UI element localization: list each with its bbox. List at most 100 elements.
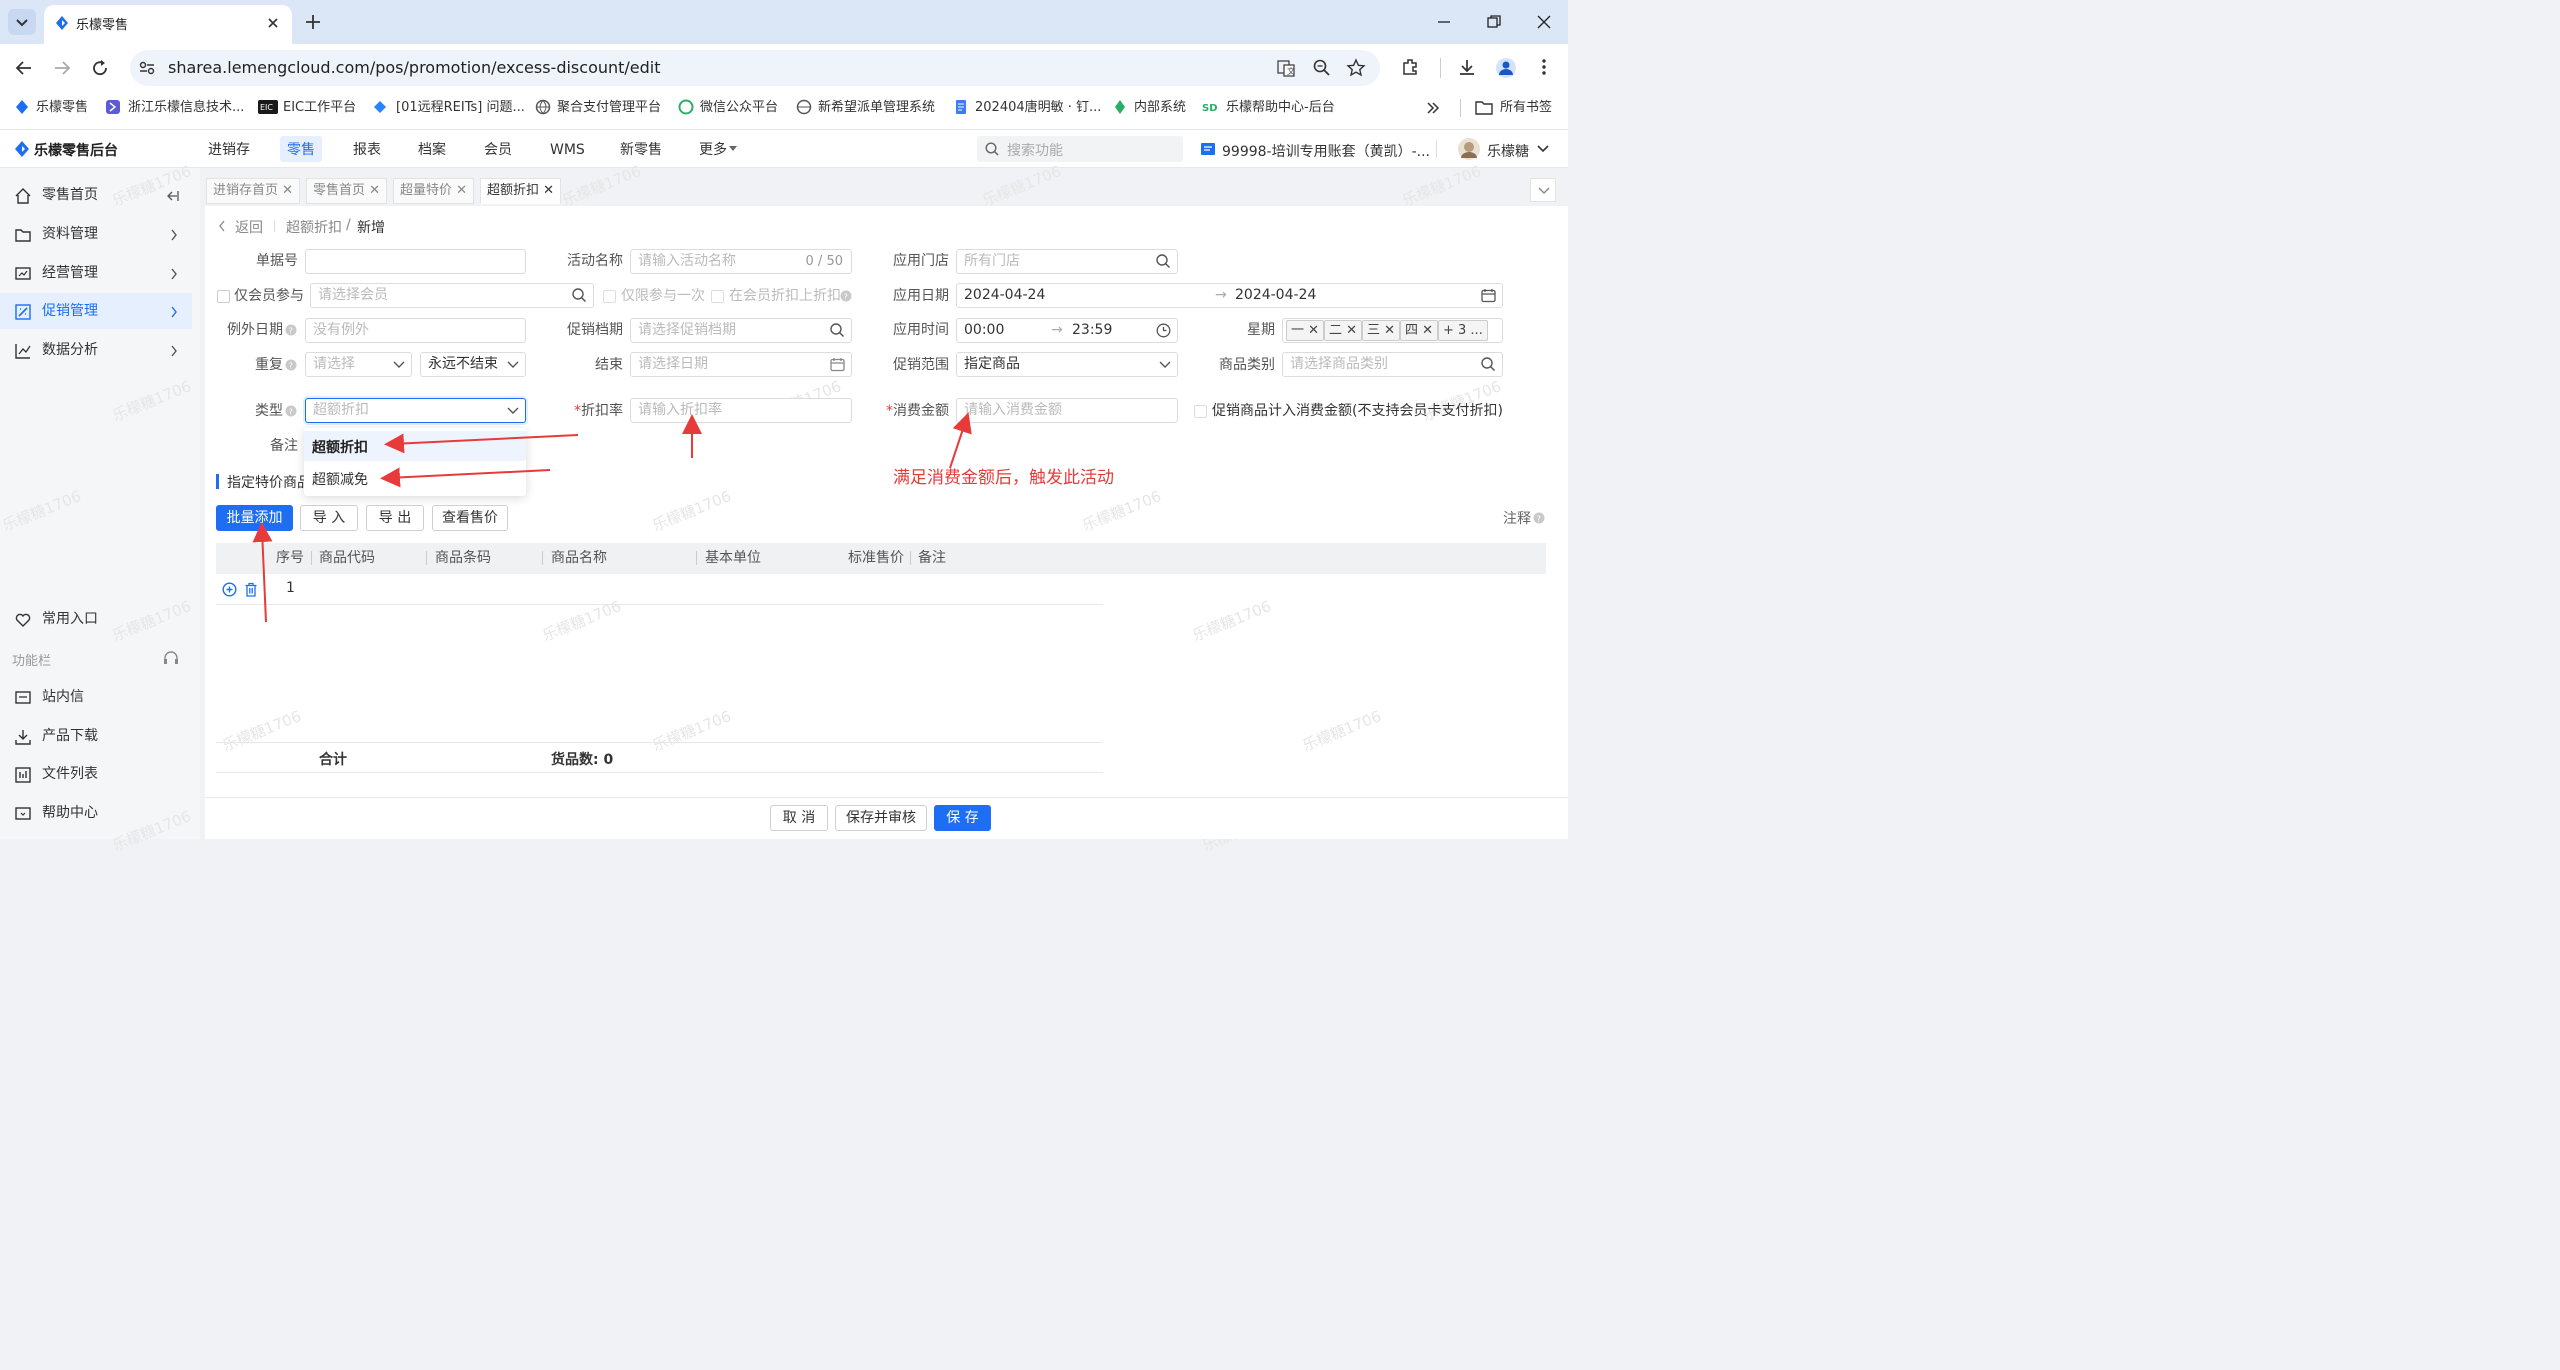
batch-add-button[interactable]: 批量添加 (216, 505, 293, 531)
close-icon[interactable] (266, 16, 280, 30)
collapse-icon[interactable] (166, 189, 180, 203)
all-bookmarks[interactable]: 所有书签 (1500, 99, 1552, 117)
weekday-chip[interactable]: 四 ✕ (1400, 320, 1439, 341)
page-tab-excess-discount[interactable]: 超额折扣 ✕ (480, 178, 562, 204)
page-tab-purchase-home[interactable]: 进销存首页 ✕ (206, 178, 301, 204)
bookmark-3[interactable]: [01远程REITs] 问题... (396, 99, 525, 117)
scope-select[interactable]: 指定商品 (956, 352, 1178, 377)
activity-name-input[interactable]: 请输入活动名称 0 / 50 (630, 249, 852, 274)
sidebar-item-data-analysis[interactable]: 数据分析 (0, 332, 192, 368)
back-arrow-icon[interactable] (14, 58, 34, 78)
window-close-icon[interactable] (1536, 14, 1552, 30)
weekday-chip[interactable]: 二 ✕ (1324, 320, 1363, 341)
search-icon[interactable] (1481, 357, 1496, 372)
extensions-icon[interactable] (1400, 57, 1420, 77)
tabs-dropdown-button[interactable] (1530, 178, 1556, 202)
apply-time-start[interactable]: 00:00 (964, 322, 1004, 338)
user-name[interactable]: 乐檬糖 (1487, 141, 1529, 161)
translate-icon[interactable]: 文 (1276, 58, 1296, 78)
search-icon[interactable] (1156, 254, 1171, 269)
delete-row-icon[interactable] (244, 582, 258, 597)
search-icon[interactable] (572, 288, 587, 303)
tab-search-button[interactable] (8, 9, 36, 35)
bookmark-9[interactable]: 乐檬帮助中心-后台 (1226, 99, 1335, 117)
profile-avatar-icon[interactable] (1495, 57, 1517, 79)
save-and-review-button[interactable]: 保存并审核 (835, 805, 927, 831)
url-text[interactable]: sharea.lemengcloud.com/pos/promotion/exc… (168, 58, 661, 77)
sidebar-common-entry[interactable]: 常用入口 (0, 601, 192, 637)
apply-date-range[interactable]: 2024-04-24 → 2024-04-24 (956, 283, 1503, 308)
nav-retail[interactable]: 零售 (287, 141, 315, 159)
sidebar-item-inbox[interactable]: 站内信 (0, 679, 192, 715)
calendar-icon[interactable] (830, 357, 845, 372)
function-search[interactable]: 搜索功能 (977, 136, 1183, 162)
type-select[interactable]: 超额折扣 (305, 398, 526, 423)
star-icon[interactable] (1346, 58, 1366, 78)
info-icon[interactable]: ? (1533, 512, 1545, 524)
nav-purchase-sales[interactable]: 进销存 (208, 141, 250, 159)
bookmark-7[interactable]: 202404唐明敏 · 钉... (975, 99, 1101, 117)
bookmark-0[interactable]: 乐檬零售 (36, 99, 88, 117)
save-button[interactable]: 保 存 (934, 805, 991, 831)
member-only-checkbox[interactable] (217, 290, 230, 303)
discount-rate-input[interactable]: 请输入折扣率 (630, 398, 852, 423)
category-select[interactable]: 请选择商品类别 (1282, 352, 1503, 377)
nav-archive[interactable]: 档案 (418, 141, 446, 159)
export-button[interactable]: 导 出 (366, 505, 424, 531)
info-icon[interactable]: ? (285, 324, 297, 336)
info-icon[interactable]: ? (285, 359, 297, 371)
sidebar-item-file-list[interactable]: 文件列表 (0, 756, 192, 792)
forward-arrow-icon[interactable] (52, 58, 72, 78)
nav-wms[interactable]: WMS (550, 141, 585, 159)
nav-report[interactable]: 报表 (353, 141, 381, 159)
back-link[interactable]: 返回 (235, 217, 263, 237)
except-date-input[interactable]: 没有例外 (305, 318, 526, 343)
promo-period-select[interactable]: 请选择促销档期 (630, 318, 852, 343)
info-icon[interactable]: ? (285, 405, 297, 417)
sidebar-item-operation-mgmt[interactable]: 经营管理 (0, 255, 192, 291)
calendar-icon[interactable] (1481, 288, 1496, 303)
doc-no-input[interactable] (305, 249, 526, 274)
sidebar-item-promotion-mgmt[interactable]: 促销管理 (0, 293, 192, 329)
apply-time-range[interactable]: 00:00 → 23:59 (956, 318, 1178, 343)
store-select[interactable]: 所有门店 (956, 249, 1178, 274)
nav-new-retail[interactable]: 新零售 (620, 141, 662, 159)
sidebar-item-help[interactable]: 帮助中心 (0, 795, 192, 831)
add-row-icon[interactable] (222, 582, 237, 597)
apply-date-end[interactable]: 2024-04-24 (1235, 284, 1316, 307)
reload-icon[interactable] (90, 58, 110, 78)
note-link[interactable]: 注释 (1503, 508, 1531, 528)
bookmark-5[interactable]: 微信公众平台 (700, 99, 778, 117)
minimize-icon[interactable] (1436, 14, 1452, 30)
end-date-input[interactable]: 请选择日期 (630, 352, 852, 377)
repeat-end-select[interactable]: 永远不结束 (420, 352, 526, 377)
breadcrumb-parent[interactable]: 超额折扣 (286, 217, 342, 237)
omnibox[interactable]: sharea.lemengcloud.com/pos/promotion/exc… (130, 50, 1380, 86)
bookmark-4[interactable]: 聚合支付管理平台 (557, 99, 661, 117)
import-button[interactable]: 导 入 (300, 505, 358, 531)
view-price-button[interactable]: 查看售价 (432, 505, 508, 531)
bookmark-6[interactable]: 新希望派单管理系统 (818, 99, 935, 117)
once-only-checkbox[interactable] (603, 290, 616, 303)
more-bookmarks-icon[interactable] (1426, 101, 1440, 115)
restore-icon[interactable] (1486, 14, 1502, 30)
zoom-icon[interactable] (1312, 58, 1332, 78)
chevron-left-icon[interactable] (218, 220, 226, 232)
member-discount-checkbox[interactable] (711, 290, 724, 303)
dropdown-option-discount[interactable]: 超额折扣 (304, 431, 526, 461)
browser-tab[interactable]: 乐檬零售 (44, 5, 292, 44)
search-icon[interactable] (830, 323, 845, 338)
sidebar-item-retail-home[interactable]: 零售首页 (0, 177, 192, 213)
member-select[interactable]: 请选择会员 (310, 283, 594, 308)
bookmark-8[interactable]: 内部系统 (1134, 99, 1186, 117)
site-info-icon[interactable] (138, 60, 156, 76)
account-name[interactable]: 99998-培训专用账套（黄凯）-... (1222, 141, 1430, 161)
weekday-chip[interactable]: 三 ✕ (1362, 320, 1401, 341)
chevron-down-icon[interactable] (1537, 144, 1549, 154)
info-icon[interactable]: ? (840, 290, 852, 302)
clock-icon[interactable] (1156, 323, 1171, 338)
page-tab-retail-home[interactable]: 零售首页 ✕ (306, 178, 388, 204)
bookmark-1[interactable]: 浙江乐檬信息技术... (128, 99, 244, 117)
bookmark-2[interactable]: EIC工作平台 (283, 99, 356, 117)
user-avatar[interactable] (1457, 137, 1481, 161)
